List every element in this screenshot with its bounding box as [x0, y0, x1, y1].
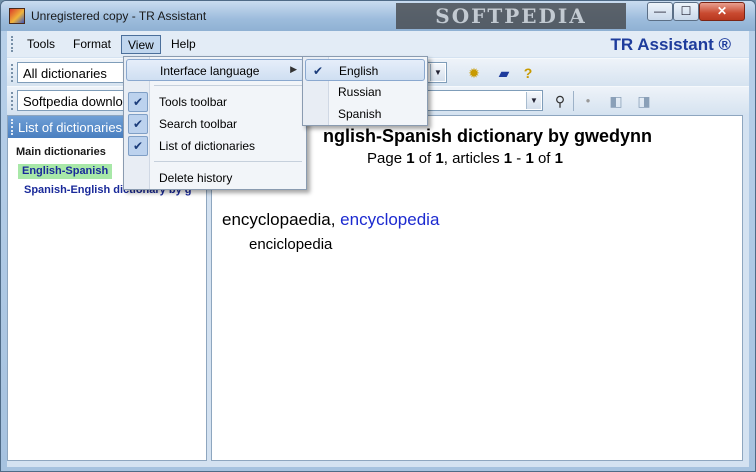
tree-item-english-spanish[interactable]: English-Spanish [18, 164, 113, 179]
menu-format[interactable]: Format [67, 35, 117, 54]
back-icon[interactable]: ◧ [605, 90, 627, 112]
app-icon[interactable] [9, 8, 25, 24]
page-info: Page 1 of 1, articles 1 - 1 of 1 [367, 150, 563, 167]
dictionaries-combo-value: All dictionaries [23, 66, 107, 81]
toolbar-grip[interactable] [11, 92, 14, 110]
submenu-arrow-icon: ▶ [290, 64, 297, 74]
chevron-down-icon[interactable]: ▼ [526, 92, 541, 109]
toolbar-grip[interactable] [11, 64, 14, 82]
menu-bar: Tools Format View Help TR Assistant ® [7, 31, 749, 57]
headword-primary: encyclopaedia [222, 210, 331, 229]
book-icon[interactable]: ▰ [493, 62, 515, 84]
translation: enciclopedia [249, 236, 333, 253]
articles-dash: - [512, 150, 526, 167]
articles-total: 1 [554, 150, 563, 167]
dictionary-list-title: List of dictionaries [18, 120, 123, 135]
menu-item-label: Russian [338, 85, 382, 99]
forward-icon[interactable]: ◨ [633, 90, 655, 112]
articles-from: 1 [503, 150, 513, 167]
check-icon: ✔ [128, 136, 148, 156]
page-current: 1 [406, 150, 415, 167]
menu-item-interface-language[interactable]: Interface language ▶ [126, 59, 304, 81]
menu-separator [154, 85, 302, 86]
view-menu-dropdown: Interface language ▶ ✔ Tools toolbar ✔ S… [123, 56, 307, 190]
language-submenu: ✔ English Russian Spanish [302, 56, 428, 126]
menu-item-label: Spanish [338, 107, 382, 121]
menu-item-search-toolbar[interactable]: ✔ Search toolbar [126, 113, 304, 135]
menu-item-list-of-dictionaries[interactable]: ✔ List of dictionaries [126, 135, 304, 157]
settings-gear-icon[interactable]: ✹ [463, 62, 485, 84]
check-icon: ✔ [312, 64, 324, 78]
minimize-button[interactable]: — [647, 2, 673, 21]
panel-grip[interactable] [11, 119, 14, 135]
menu-item-label: Tools toolbar [159, 95, 228, 109]
maximize-button[interactable]: ☐ [673, 2, 699, 21]
articles-prefix: , articles [443, 150, 504, 167]
menu-item-tools-toolbar[interactable]: ✔ Tools toolbar [126, 91, 304, 113]
search-magnifier-icon[interactable]: ⚲ [549, 90, 571, 112]
chevron-down-icon[interactable]: ▼ [430, 64, 445, 81]
menu-item-label: Search toolbar [159, 117, 238, 131]
menu-item-label: English [339, 64, 379, 78]
headword: encyclopaedia, encyclopedia [222, 210, 439, 230]
menu-item-delete-history[interactable]: Delete history [126, 167, 304, 189]
tree-group-label: Main dictionaries [16, 146, 106, 158]
title-bar[interactable]: Unregistered copy - TR Assistant SOFTPED… [1, 1, 755, 31]
menu-separator [154, 161, 302, 162]
close-button[interactable]: ✕ [699, 2, 745, 21]
window-title: Unregistered copy - TR Assistant [31, 9, 207, 23]
page-prefix: Page [367, 150, 407, 167]
menu-tools[interactable]: Tools [21, 35, 61, 54]
help-question-icon[interactable]: ? [517, 62, 539, 84]
menu-item-label: List of dictionaries [159, 139, 256, 153]
stop-icon[interactable]: ● [577, 90, 599, 112]
menu-item-russian[interactable]: Russian [305, 81, 425, 103]
menu-item-label: Delete history [159, 171, 233, 185]
brand-logo-text: TR Assistant ® [610, 35, 731, 54]
toolbar-separator [573, 91, 574, 111]
menu-item-spanish[interactable]: Spanish [305, 103, 425, 125]
check-icon: ✔ [128, 114, 148, 134]
check-icon: ✔ [128, 92, 148, 112]
search-combo-value: Softpedia downlo [23, 94, 123, 109]
menubar-grip[interactable] [11, 36, 14, 52]
headword-alternate-link[interactable]: encyclopedia [340, 210, 439, 229]
articles-of: of [533, 150, 555, 167]
menu-item-label: Interface language [160, 64, 260, 78]
menu-view[interactable]: View [121, 35, 161, 54]
menu-help[interactable]: Help [165, 35, 202, 54]
articles-to: 1 [525, 150, 534, 167]
headword-separator: , [330, 210, 341, 229]
app-window: Unregistered copy - TR Assistant SOFTPED… [0, 0, 756, 472]
watermark-logo: SOFTPEDIA [396, 3, 626, 29]
page-total: 1 [435, 150, 444, 167]
menu-item-english[interactable]: ✔ English [305, 59, 425, 81]
page-of: of [414, 150, 436, 167]
